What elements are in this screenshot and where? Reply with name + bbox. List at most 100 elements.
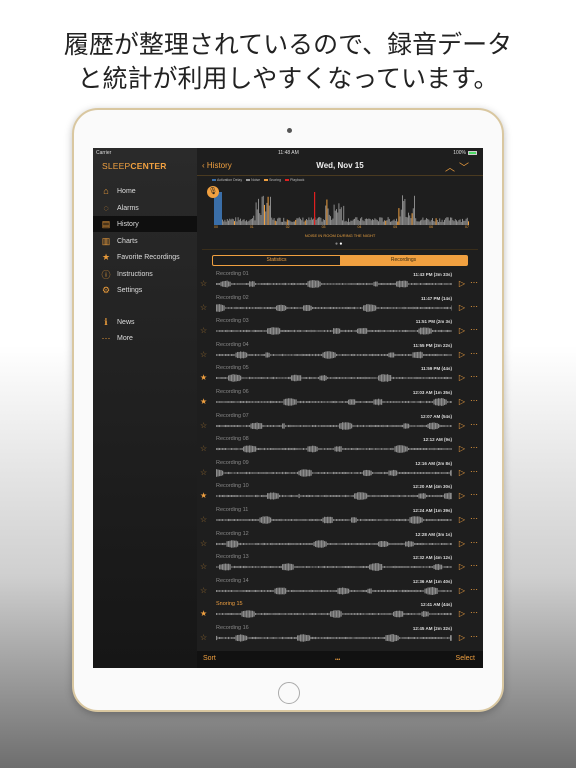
microphone-icon[interactable]: 🎙 xyxy=(207,186,219,198)
waveform[interactable] xyxy=(216,374,452,383)
star-outline-icon[interactable]: ☆ xyxy=(200,468,207,477)
waveform[interactable] xyxy=(216,539,452,548)
recording-row[interactable]: ☆ Recording 03 11:51 PM (2m 3s) ▷ ⋯ xyxy=(197,316,483,340)
recording-row[interactable]: ☆ Recording 11 12:24 AM (1m 39s) ▷ ⋯ xyxy=(197,505,483,529)
noise-bar xyxy=(261,196,263,225)
more-options-icon[interactable]: ⋯ xyxy=(470,372,478,381)
sidebar-item-more[interactable]: ⋯ More xyxy=(93,330,197,346)
sidebar-item-alarms[interactable]: ◌ Alarms xyxy=(93,200,197,216)
waveform[interactable] xyxy=(216,327,452,335)
play-icon[interactable]: ▷ xyxy=(459,279,465,288)
recording-row[interactable]: ☆ Recording 08 12:12 AM (9s) ▷ ⋯ xyxy=(197,434,483,458)
waveform[interactable] xyxy=(216,563,452,572)
star-filled-icon[interactable]: ★ xyxy=(200,373,207,382)
waveform[interactable] xyxy=(216,610,452,619)
play-icon[interactable]: ▷ xyxy=(459,326,465,335)
waveform[interactable] xyxy=(216,398,452,406)
more-options-icon[interactable]: ⋯ xyxy=(470,490,478,499)
more-options-icon[interactable]: ⋯ xyxy=(470,632,478,641)
chevron-down-icon[interactable]: ﹀ xyxy=(459,163,473,174)
recording-row[interactable]: ☆ Recording 14 12:36 AM (1m 40s) ▷ ⋯ xyxy=(197,576,483,600)
star-filled-icon[interactable]: ★ xyxy=(200,491,207,500)
recording-row[interactable]: ☆ Recording 02 11:47 PM (14s) ▷ ⋯ xyxy=(197,293,483,317)
star-outline-icon[interactable]: ☆ xyxy=(200,515,207,524)
recording-row[interactable]: ☆ Recording 04 11:55 PM (2m 22s) ▷ ⋯ xyxy=(197,340,483,364)
sort-button[interactable]: Sort xyxy=(203,655,216,662)
more-options-icon[interactable]: ⋯ xyxy=(470,608,478,617)
play-icon[interactable]: ▷ xyxy=(459,562,465,571)
play-icon[interactable]: ▷ xyxy=(459,586,465,595)
star-outline-icon[interactable]: ☆ xyxy=(200,303,207,312)
sidebar-item-history[interactable]: ▤ History xyxy=(93,216,197,232)
sidebar-item-settings[interactable]: ⚙ Settings xyxy=(93,282,197,298)
page-dots[interactable]: ● ● xyxy=(335,241,342,247)
play-icon[interactable]: ▷ xyxy=(459,609,465,618)
star-outline-icon[interactable]: ☆ xyxy=(200,444,207,453)
waveform[interactable] xyxy=(216,586,452,595)
star-outline-icon[interactable]: ☆ xyxy=(200,586,207,595)
more-options-icon[interactable]: ⋯ xyxy=(470,278,478,287)
star-outline-icon[interactable]: ☆ xyxy=(200,326,207,335)
star-outline-icon[interactable]: ☆ xyxy=(200,633,207,642)
recording-row[interactable]: ★ Recording 10 12:20 AM (4m 30s) ▷ ⋯ xyxy=(197,481,483,505)
recording-row[interactable]: ☆ Recording 07 12:07 AM (54s) ▷ ⋯ xyxy=(197,411,483,435)
recording-row[interactable]: ☆ Recording 01 11:43 PM (3m 33s) ▷ ⋯ xyxy=(197,269,483,293)
more-options-icon[interactable]: ⋯ xyxy=(470,561,478,570)
play-icon[interactable]: ▷ xyxy=(459,397,465,406)
waveform[interactable] xyxy=(216,516,452,524)
more-options-icon[interactable]: ⋯ xyxy=(470,420,478,429)
more-options-icon[interactable]: ⋯ xyxy=(470,302,478,311)
play-icon[interactable]: ▷ xyxy=(459,350,465,359)
recording-row[interactable]: ★ Recording 05 11:59 PM (44s) ▷ ⋯ xyxy=(197,363,483,387)
star-outline-icon[interactable]: ☆ xyxy=(200,421,207,430)
recording-row[interactable]: ☆ Recording 16 12:45 AM (2m 32s) ▷ ⋯ xyxy=(197,623,483,647)
play-icon[interactable]: ▷ xyxy=(459,303,465,312)
sidebar-item-instructions[interactable]: ⓘ Instructions xyxy=(93,266,197,282)
play-icon[interactable]: ▷ xyxy=(459,468,465,477)
more-options-icon[interactable]: ⋯ xyxy=(470,396,478,405)
waveform[interactable] xyxy=(216,303,452,312)
more-options-icon[interactable]: ⋯ xyxy=(470,585,478,594)
more-button[interactable]: ••• xyxy=(335,657,340,663)
play-icon[interactable]: ▷ xyxy=(459,515,465,524)
waveform[interactable] xyxy=(216,468,452,477)
recording-row[interactable]: ☆ Recording 13 12:32 AM (4m 12s) ▷ ⋯ xyxy=(197,552,483,576)
sidebar-item-home[interactable]: ⌂ Home xyxy=(93,183,197,199)
waveform[interactable] xyxy=(216,350,452,359)
recording-row[interactable]: ☆ Recording 09 12:16 AM (2m 8s) ▷ ⋯ xyxy=(197,458,483,482)
waveform[interactable] xyxy=(216,633,452,642)
star-outline-icon[interactable]: ☆ xyxy=(200,539,207,548)
sidebar-item-news[interactable]: ℹ News xyxy=(93,314,197,330)
more-options-icon[interactable]: ⋯ xyxy=(470,443,478,452)
waveform[interactable] xyxy=(216,492,452,501)
star-filled-icon[interactable]: ★ xyxy=(200,397,207,406)
star-outline-icon[interactable]: ☆ xyxy=(200,562,207,571)
more-options-icon[interactable]: ⋯ xyxy=(470,325,478,334)
more-options-icon[interactable]: ⋯ xyxy=(470,538,478,547)
recording-row[interactable]: ★ Snoring 15 12:41 AM (44s) ▷ ⋯ xyxy=(197,599,483,623)
waveform[interactable] xyxy=(216,421,452,430)
more-options-icon[interactable]: ⋯ xyxy=(470,514,478,523)
more-options-icon[interactable]: ⋯ xyxy=(470,349,478,358)
play-icon[interactable]: ▷ xyxy=(459,491,465,500)
recording-row[interactable]: ★ Recording 06 12:03 AM (1m 35s) ▷ ⋯ xyxy=(197,387,483,411)
tab-statistics[interactable]: Statistics xyxy=(213,256,340,265)
star-outline-icon[interactable]: ☆ xyxy=(200,279,207,288)
play-icon[interactable]: ▷ xyxy=(459,539,465,548)
waveform[interactable] xyxy=(216,445,452,453)
chevron-up-icon[interactable]: ︿ xyxy=(445,163,459,174)
tab-recordings[interactable]: Recordings xyxy=(340,256,467,265)
play-icon[interactable]: ▷ xyxy=(459,633,465,642)
play-icon[interactable]: ▷ xyxy=(459,373,465,382)
day-nav[interactable]: ︿﹀ xyxy=(445,159,473,174)
star-filled-icon[interactable]: ★ xyxy=(200,609,207,618)
star-outline-icon[interactable]: ☆ xyxy=(200,350,207,359)
sidebar-item-charts[interactable]: ▥ Charts xyxy=(93,233,197,249)
play-icon[interactable]: ▷ xyxy=(459,421,465,430)
waveform[interactable] xyxy=(216,280,452,288)
play-icon[interactable]: ▷ xyxy=(459,444,465,453)
sidebar-item-favorite-recordings[interactable]: ★ Favorite Recordings xyxy=(93,249,197,265)
recording-row[interactable]: ☆ Recording 12 12:28 AM (3m 1s) ▷ ⋯ xyxy=(197,529,483,553)
select-button[interactable]: Select xyxy=(456,655,475,662)
more-options-icon[interactable]: ⋯ xyxy=(470,467,478,476)
